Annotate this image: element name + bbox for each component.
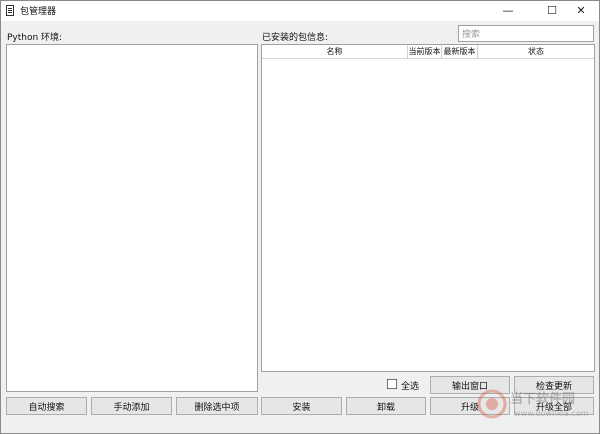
installed-packages-label: 已安装的包信息:: [262, 33, 329, 43]
uninstall-button[interactable]: 卸载: [346, 397, 426, 415]
watermark-text: 当下软件园: [510, 392, 576, 407]
minimize-button[interactable]: —: [490, 1, 526, 20]
column-header-status[interactable]: 状态: [478, 45, 594, 59]
column-header-latest-version[interactable]: 最新版本: [442, 45, 478, 59]
python-env-label: Python 环境:: [7, 33, 63, 43]
python-env-list[interactable]: [6, 44, 258, 392]
watermark-url: www.downxia.com: [514, 409, 589, 418]
packages-table[interactable]: [261, 44, 595, 372]
install-button[interactable]: 安装: [261, 397, 342, 415]
window-title: 包管理器: [20, 7, 57, 17]
close-button[interactable]: ✕: [563, 1, 599, 20]
auto-search-button[interactable]: 自动搜索: [6, 397, 87, 415]
delete-selected-button[interactable]: 删除选中项: [176, 397, 258, 415]
column-header-current-version[interactable]: 当前版本: [408, 45, 442, 59]
column-header-name[interactable]: 名称: [262, 45, 408, 59]
select-all-label: 全选: [401, 382, 420, 392]
select-all-checkbox[interactable]: [387, 379, 397, 389]
table-header: 名称 当前版本 最新版本 状态: [262, 45, 594, 59]
search-input[interactable]: [458, 25, 594, 42]
watermark: 当下软件园 www.downxia.com: [476, 385, 596, 423]
app-icon: [6, 5, 14, 16]
manual-add-button[interactable]: 手动添加: [91, 397, 172, 415]
